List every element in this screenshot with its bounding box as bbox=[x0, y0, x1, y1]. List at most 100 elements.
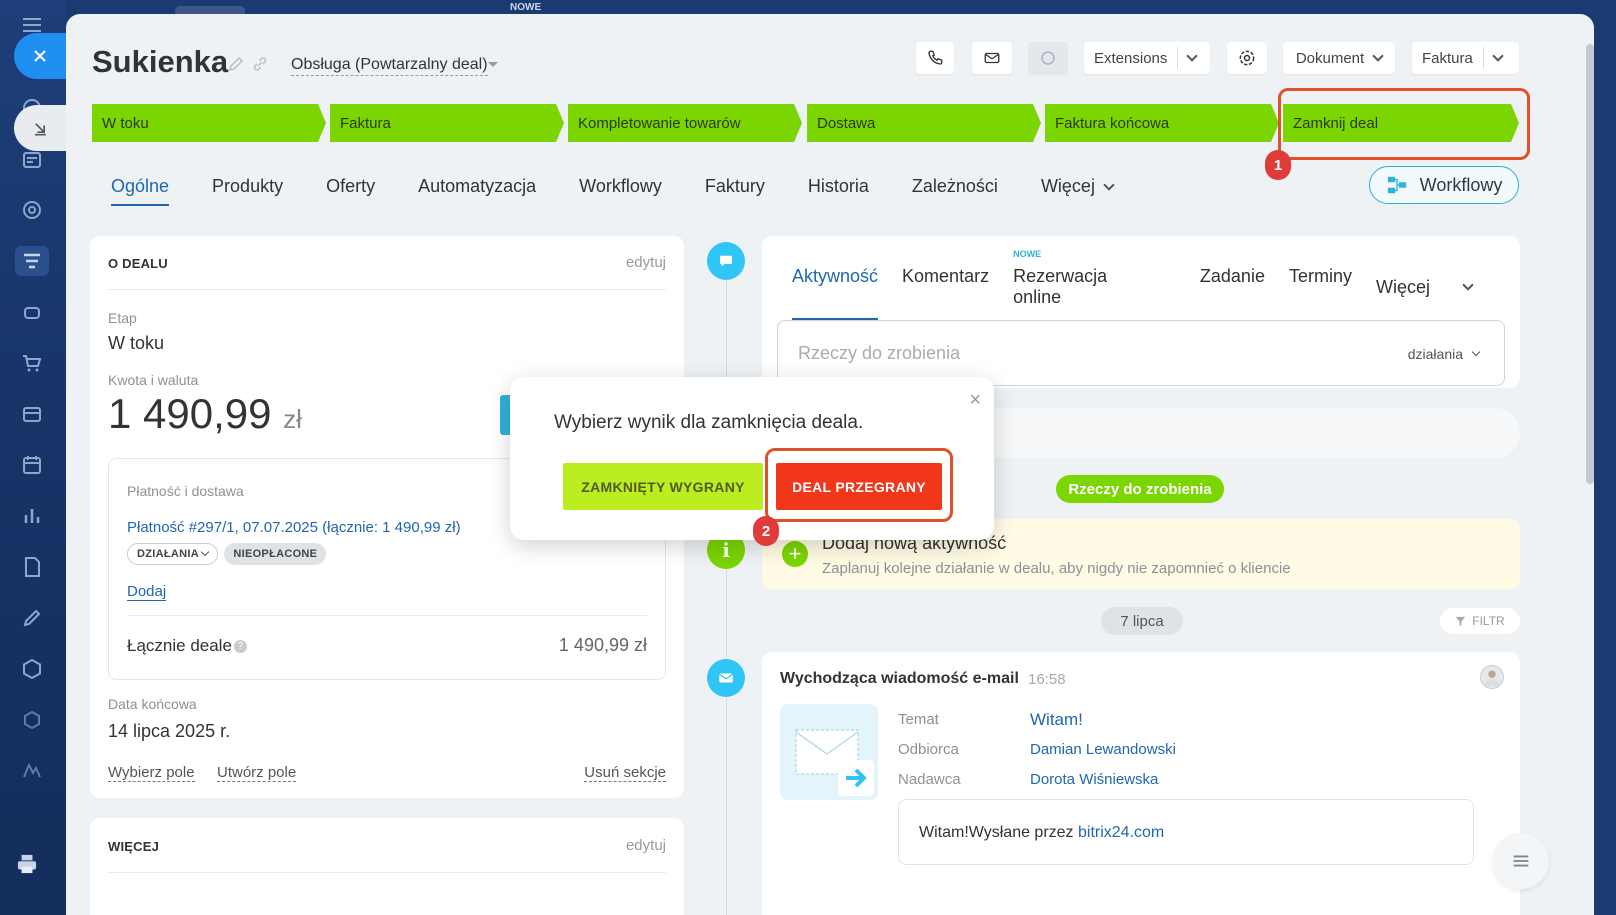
email-activity-card: Wychodząca wiadomość e-mail 16:58 Temat … bbox=[762, 652, 1520, 915]
scrollbar[interactable] bbox=[1586, 44, 1594, 484]
amount-number: 1 490,99 bbox=[108, 390, 272, 437]
tab-general[interactable]: Ogólne bbox=[111, 176, 170, 206]
editor-tab-task[interactable]: Zadanie bbox=[1200, 266, 1265, 308]
end-date-label: Data końcowa bbox=[108, 696, 197, 712]
actions-dropdown[interactable]: DZIAŁANIA bbox=[127, 543, 219, 565]
top-strip-new-badge: NOWE bbox=[510, 2, 542, 13]
sidebar-analytics-icon[interactable] bbox=[17, 501, 47, 531]
email-time: 16:58 bbox=[1028, 671, 1066, 688]
create-field-link[interactable]: Utwórz pole bbox=[217, 764, 297, 782]
sidebar-docs-icon[interactable] bbox=[17, 552, 47, 582]
divider bbox=[127, 615, 647, 616]
chevron-down-icon bbox=[1471, 347, 1481, 357]
workflow-icon bbox=[1387, 176, 1406, 194]
stage-in-progress[interactable]: W toku bbox=[92, 104, 326, 142]
recipient-link[interactable]: Damian Lewandowski bbox=[1030, 741, 1176, 758]
filter-button[interactable]: FILTR bbox=[1440, 608, 1520, 634]
editor-tab-activity[interactable]: Aktywność bbox=[792, 266, 879, 320]
sidebar-cart-icon[interactable] bbox=[17, 348, 47, 378]
todo-actions-dropdown[interactable]: działania bbox=[1408, 346, 1481, 362]
email-body-text: Witam!Wysłane przez bitrix24.com bbox=[919, 824, 1164, 842]
select-field-link[interactable]: Wybierz pole bbox=[108, 764, 195, 782]
tab-more-label: Więcej bbox=[1040, 176, 1095, 196]
tab-dependencies[interactable]: Zależności bbox=[912, 176, 998, 197]
divider bbox=[108, 289, 666, 290]
minimize-slider-button[interactable] bbox=[14, 105, 66, 151]
sidebar-marketing-icon[interactable] bbox=[17, 756, 47, 786]
document-button[interactable]: Dokument bbox=[1283, 42, 1395, 74]
email-title: Wychodząca wiadomość e-mail bbox=[780, 670, 1019, 687]
comment-icon bbox=[707, 242, 745, 280]
sidebar-hex-icon[interactable] bbox=[17, 654, 47, 684]
sidebar-calendar-icon[interactable] bbox=[17, 450, 47, 480]
sidebar-target-icon[interactable] bbox=[17, 195, 47, 225]
sidebar-funnel-icon[interactable] bbox=[15, 246, 49, 276]
plus-icon[interactable]: + bbox=[782, 541, 808, 567]
editor-tab-more[interactable]: Więcej bbox=[1376, 266, 1496, 308]
edit-link[interactable]: edytuj bbox=[626, 837, 666, 854]
more-card: WIĘCEJ edytuj bbox=[90, 818, 684, 915]
tab-offers[interactable]: Oferty bbox=[326, 176, 375, 197]
deal-category-selector[interactable]: Obsługa (Powtarzalny deal) bbox=[291, 56, 488, 76]
extensions-label: Extensions bbox=[1094, 49, 1168, 67]
divider bbox=[1482, 47, 1484, 69]
add-payment-link[interactable]: Dodaj bbox=[127, 583, 167, 601]
subject-label: Temat bbox=[898, 711, 939, 728]
sidebar-robot-icon[interactable] bbox=[17, 297, 47, 327]
invoice-button[interactable]: Faktura bbox=[1412, 42, 1519, 74]
extensions-button[interactable]: Extensions bbox=[1084, 42, 1210, 74]
email-button[interactable] bbox=[972, 42, 1012, 74]
editor-tab-comment[interactable]: Komentarz bbox=[902, 266, 989, 308]
workflows-button[interactable]: Workflowy bbox=[1369, 166, 1519, 204]
subject-link[interactable]: Witam! bbox=[1030, 710, 1083, 730]
payment-link[interactable]: Płatność #297/1, 07.07.2025 (łącznie: 1 … bbox=[127, 519, 461, 536]
minimize-icon bbox=[35, 123, 46, 136]
date-pill: 7 lipca bbox=[1101, 607, 1183, 635]
chevron-down-icon[interactable] bbox=[488, 62, 498, 67]
tab-history[interactable]: Historia bbox=[808, 176, 869, 197]
chevron-down-icon bbox=[1103, 178, 1115, 191]
tab-products[interactable]: Produkty bbox=[212, 176, 283, 197]
stage-picking[interactable]: Kompletowanie towarów bbox=[568, 104, 802, 142]
editor-tabs: Aktywność Komentarz Rezerwacja online NOW… bbox=[792, 249, 1520, 320]
sender-label: Nadawca bbox=[898, 771, 961, 788]
stage-delivery[interactable]: Dostawa bbox=[807, 104, 1041, 142]
popup-close-button[interactable]: × bbox=[969, 389, 981, 412]
pencil-icon[interactable] bbox=[228, 56, 244, 72]
tab-more[interactable]: Więcej bbox=[1040, 176, 1115, 197]
avatar[interactable] bbox=[1480, 665, 1504, 689]
sidebar-sign-icon[interactable] bbox=[17, 603, 47, 633]
payment-label: Płatność i dostawa bbox=[127, 483, 244, 499]
todo-placeholder: Rzeczy do zrobienia bbox=[798, 343, 961, 363]
editor-tab-booking[interactable]: Rezerwacja online NOWE bbox=[1013, 249, 1176, 308]
popup-title: Wybierz wynik dla zamknięcia deala. bbox=[554, 412, 864, 433]
printer-icon[interactable] bbox=[16, 854, 38, 874]
editor-tab-dates[interactable]: Terminy bbox=[1289, 266, 1352, 308]
create-field-label: Utwórz pole bbox=[217, 764, 297, 782]
more-card-heading: WIĘCEJ bbox=[108, 839, 160, 854]
close-slider-button[interactable] bbox=[14, 33, 66, 79]
stage-label: Etap bbox=[108, 310, 137, 326]
list-menu-button[interactable] bbox=[1493, 833, 1549, 889]
link-icon[interactable] bbox=[252, 56, 268, 72]
stage-invoice[interactable]: Faktura bbox=[330, 104, 564, 142]
call-button[interactable] bbox=[916, 42, 954, 74]
deal-lost-button[interactable]: DEAL PRZEGRANY bbox=[776, 463, 942, 510]
tab-workflows[interactable]: Workflowy bbox=[579, 176, 662, 197]
sidebar-store-icon[interactable] bbox=[17, 399, 47, 429]
sidebar-cube-icon[interactable] bbox=[17, 705, 47, 735]
delete-section-link[interactable]: Usuń sekcje bbox=[584, 764, 666, 782]
settings-button[interactable] bbox=[1227, 42, 1267, 74]
edit-link[interactable]: edytuj bbox=[626, 254, 666, 271]
sender-link[interactable]: Dorota Wiśniewska bbox=[1030, 771, 1158, 788]
tab-automation[interactable]: Automatyzacja bbox=[418, 176, 536, 197]
close-deal-highlight bbox=[1278, 88, 1530, 160]
stage-final-invoice[interactable]: Faktura końcowa bbox=[1045, 104, 1279, 142]
tab-invoices[interactable]: Faktury bbox=[705, 176, 765, 197]
chevron-down-icon bbox=[201, 547, 210, 557]
help-icon[interactable]: ? bbox=[233, 639, 247, 653]
stage-value: W toku bbox=[108, 333, 165, 353]
email-body-link[interactable]: bitrix24.com bbox=[1078, 824, 1164, 841]
deal-won-button[interactable]: ZAMKNIĘTY WYGRANY bbox=[563, 463, 763, 510]
chat-button[interactable] bbox=[1028, 42, 1068, 74]
